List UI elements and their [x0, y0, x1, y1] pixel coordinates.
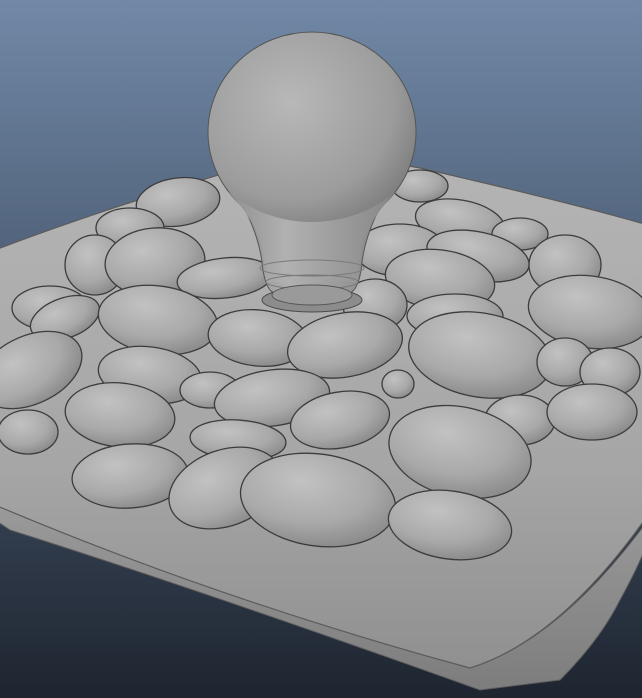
scene-render — [0, 0, 642, 698]
pebble — [546, 383, 638, 441]
pebble — [381, 369, 415, 399]
3d-viewport[interactable] — [0, 0, 642, 698]
bulb-cap — [271, 284, 353, 306]
pebble — [0, 409, 59, 455]
